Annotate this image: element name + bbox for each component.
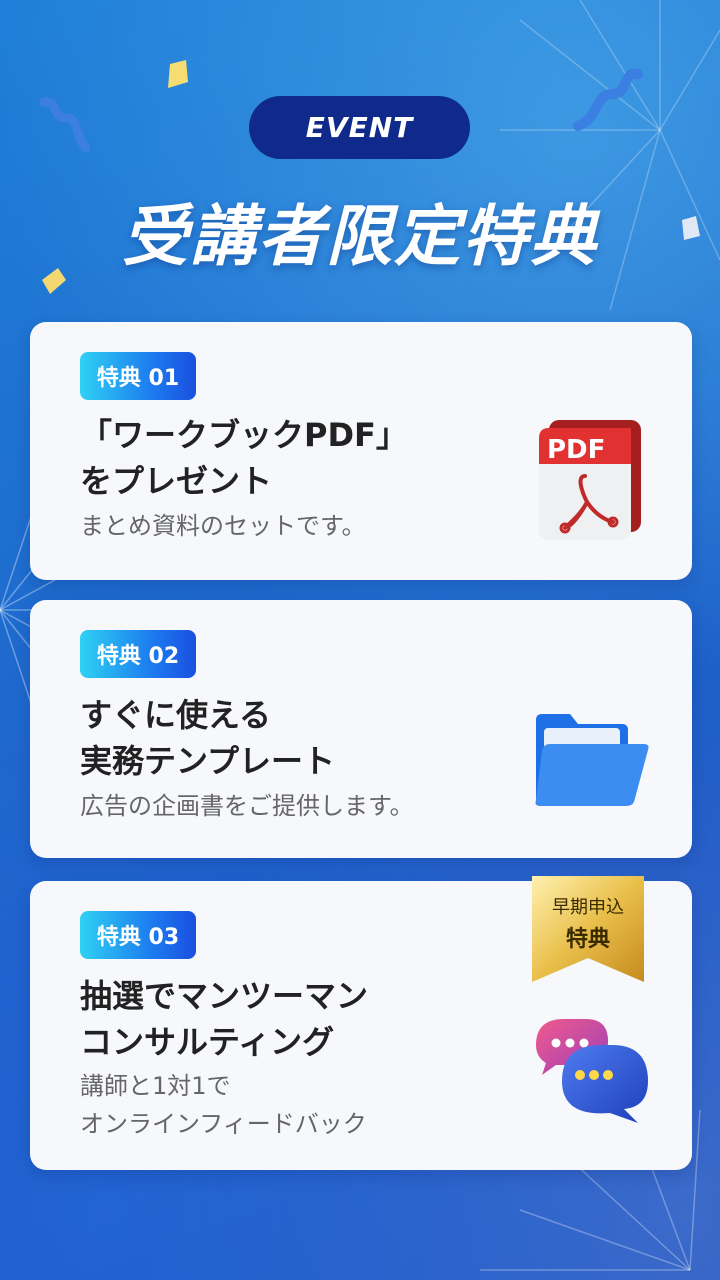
benefit-description: 広告の企画書をご提供します。 xyxy=(80,792,414,820)
benefit-title-line: 「ワークブックPDF」 xyxy=(80,416,408,454)
benefit-description-line: オンラインフィードバック xyxy=(80,1110,367,1138)
event-label: EVENT xyxy=(249,96,470,159)
benefit-description-line: 講師と1対1で xyxy=(80,1072,231,1100)
benefit-description: まとめ資料のセットです。 xyxy=(80,512,366,540)
benefit-description: 講師と1対1で オンラインフィードバック xyxy=(80,1067,367,1143)
benefit-title-line: すぐに使える xyxy=(80,696,272,734)
confetti-yellow-top xyxy=(168,60,188,88)
benefit-title-line: 実務テンプレート xyxy=(80,742,336,780)
benefit-title: 抽選でマンツーマン コンサルティング xyxy=(80,973,368,1065)
benefit-title-line: 抽選でマンツーマン xyxy=(80,977,369,1015)
confetti-blue-right xyxy=(573,68,643,131)
confetti-blue-left xyxy=(39,97,90,153)
benefit-title: 「ワークブックPDF」 をプレゼント xyxy=(80,412,408,504)
chat-bubbles-icon xyxy=(536,1019,648,1123)
pdf-icon-label: PDF xyxy=(547,435,605,465)
benefit-card-2: 特典 02 すぐに使える 実務テンプレート 広告の企画書をご提供します。 xyxy=(30,600,692,858)
ribbon-label-top: 早期申込 xyxy=(552,897,624,918)
ribbon-label-bottom: 特典 xyxy=(565,927,610,952)
benefit-card-1: 特典 01 「ワークブックPDF」 をプレゼント まとめ資料のセットです。 PD… xyxy=(30,322,692,580)
benefit-title-line: コンサルティング xyxy=(80,1023,335,1061)
benefit-badge: 特典 01 xyxy=(80,352,196,400)
folder-icon xyxy=(535,714,649,806)
benefit-badge: 特典 03 xyxy=(80,911,196,959)
benefit-title-line: をプレゼント xyxy=(80,462,273,500)
benefit-card-3: 特典 03 抽選でマンツーマン コンサルティング 講師と1対1で オンラインフィ… xyxy=(30,876,692,1170)
benefit-title: すぐに使える 実務テンプレート xyxy=(80,692,335,784)
pdf-file-icon: PDF xyxy=(539,420,641,540)
page-title: 受講者限定特典 xyxy=(122,198,598,275)
benefit-badge: 特典 02 xyxy=(80,630,196,678)
